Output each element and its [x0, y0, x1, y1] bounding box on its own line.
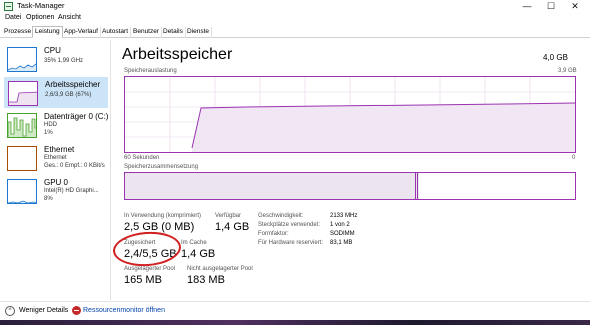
usage-graph-max: 3,9 GB — [558, 68, 577, 74]
sidebar-item-label: CPU — [44, 46, 61, 55]
sidebar-item-cpu[interactable]: CPU 35% 1,99 GHz — [4, 44, 108, 75]
sidebar-item-memory[interactable]: Arbeitsspeicher 2,6/3,9 GB (67%) — [4, 77, 108, 108]
total-memory: 4,0 GB — [543, 53, 568, 62]
graph-time-label: 60 Sekunden — [124, 155, 160, 161]
tab-app-verlauf[interactable]: App-Verlauf — [62, 27, 101, 38]
sidebar-item-label: Datenträger 0 (C:) — [44, 112, 109, 121]
tab-details[interactable]: Details — [161, 27, 186, 38]
resource-monitor-link[interactable]: Ressourcenmonitor öffnen — [83, 307, 165, 314]
paged-pool-value: 165 MB — [124, 274, 162, 286]
detail-label: Geschwindigkeit: — [258, 213, 304, 219]
red-circle-annotation — [111, 229, 183, 269]
memory-thumbnail — [8, 81, 38, 106]
in-use-label: In Verwendung (komprimiert) — [124, 213, 202, 219]
ethernet-thumbnail — [7, 146, 37, 171]
composition-modified — [415, 173, 419, 199]
memory-usage-graph — [124, 76, 576, 153]
sidebar-item-detail: Ges.: 0 Empf.: 0 KBit/s — [44, 163, 105, 169]
detail-value: 83,1 MB — [330, 240, 353, 246]
usage-graph-canvas — [125, 77, 576, 152]
composition-in-use — [125, 173, 415, 199]
performance-sidebar: CPU 35% 1,99 GHz Arbeitsspeicher 2,6/3,9… — [0, 40, 111, 300]
menu-ansicht[interactable]: Ansicht — [58, 14, 81, 21]
page-title: Arbeitsspeicher — [122, 46, 233, 63]
sidebar-item-label: Arbeitsspeicher — [45, 80, 101, 89]
detail-value: 2133 MHz — [330, 213, 358, 219]
in-use-value: 2,5 GB (0 MB) — [124, 221, 195, 233]
footer-bar: ^ Weniger Details Ressourcenmonitor öffn… — [0, 301, 590, 320]
cpu-thumbnail — [7, 47, 37, 72]
cached-value: 1,4 GB — [181, 248, 216, 260]
menu-optionen[interactable]: Optionen — [26, 14, 54, 21]
paged-pool-label: Ausgelagerter Pool — [124, 266, 176, 272]
desktop-background — [0, 320, 590, 325]
nonpaged-pool-value: 183 MB — [187, 274, 225, 286]
chevron-up-icon[interactable]: ^ — [5, 306, 15, 316]
memory-composition-bar — [124, 172, 576, 200]
sidebar-item-detail: 1% — [44, 130, 53, 136]
detail-label: Steckplätze verwendet: — [258, 222, 321, 228]
resource-monitor-icon — [72, 306, 81, 315]
sidebar-item-detail: Intel(R) HD Graphi... — [44, 188, 99, 194]
fewer-details-link[interactable]: Weniger Details — [19, 307, 68, 314]
gpu-thumbnail — [7, 179, 37, 204]
task-manager-window: Task-Manager — ☐ ✕ Datei Optionen Ansich… — [0, 0, 590, 320]
usage-graph-label: Speicherauslastung — [124, 68, 177, 74]
sidebar-item-detail: 2,6/3,9 GB (67%) — [45, 92, 92, 98]
minimize-button[interactable]: — — [516, 0, 538, 13]
sidebar-item-detail: 8% — [44, 196, 53, 202]
tab-dienste[interactable]: Dienste — [185, 27, 213, 38]
sidebar-item-ethernet[interactable]: Ethernet Ethernet Ges.: 0 Empf.: 0 KBit/… — [4, 143, 108, 174]
maximize-button[interactable]: ☐ — [540, 0, 562, 13]
tab-autostart[interactable]: Autostart — [100, 27, 132, 38]
sidebar-item-label: GPU 0 — [44, 178, 69, 187]
disk-thumbnail — [7, 113, 37, 138]
sidebar-item-disk[interactable]: Datenträger 0 (C:) HDD 1% — [4, 110, 108, 141]
detail-label: Für Hardware reserviert: — [258, 240, 324, 246]
detail-value: 1 von 2 — [330, 222, 350, 228]
available-value: 1,4 GB — [215, 221, 250, 233]
title-bar: Task-Manager — ☐ ✕ — [0, 0, 590, 13]
sidebar-item-gpu[interactable]: GPU 0 Intel(R) HD Graphi... 8% — [4, 176, 108, 207]
task-manager-icon — [4, 2, 13, 11]
sidebar-item-detail: Ethernet — [44, 155, 67, 161]
sidebar-item-label: Ethernet — [44, 145, 75, 154]
available-label: Verfügbar — [215, 213, 242, 219]
detail-value: SODIMM — [330, 231, 355, 237]
detail-label: Formfaktor: — [258, 231, 289, 237]
sidebar-item-detail: 35% 1,99 GHz — [44, 58, 84, 64]
nonpaged-pool-label: Nicht ausgelagerter Pool — [187, 266, 253, 272]
tab-leistung[interactable]: Leistung — [32, 26, 63, 38]
menu-datei[interactable]: Datei — [5, 14, 21, 21]
graph-min-label: 0 — [572, 155, 576, 161]
close-button[interactable]: ✕ — [564, 0, 586, 13]
composition-label: Speicherzusammensetzung — [124, 164, 199, 170]
window-title: Task-Manager — [17, 1, 65, 10]
cached-label: Im Cache — [181, 240, 207, 246]
tab-bar: Prozesse Leistung App-Verlauf Autostart … — [0, 26, 590, 38]
tab-benutzer[interactable]: Benutzer — [131, 27, 163, 38]
tab-prozesse[interactable]: Prozesse — [2, 27, 35, 38]
sidebar-item-detail: HDD — [44, 122, 57, 128]
